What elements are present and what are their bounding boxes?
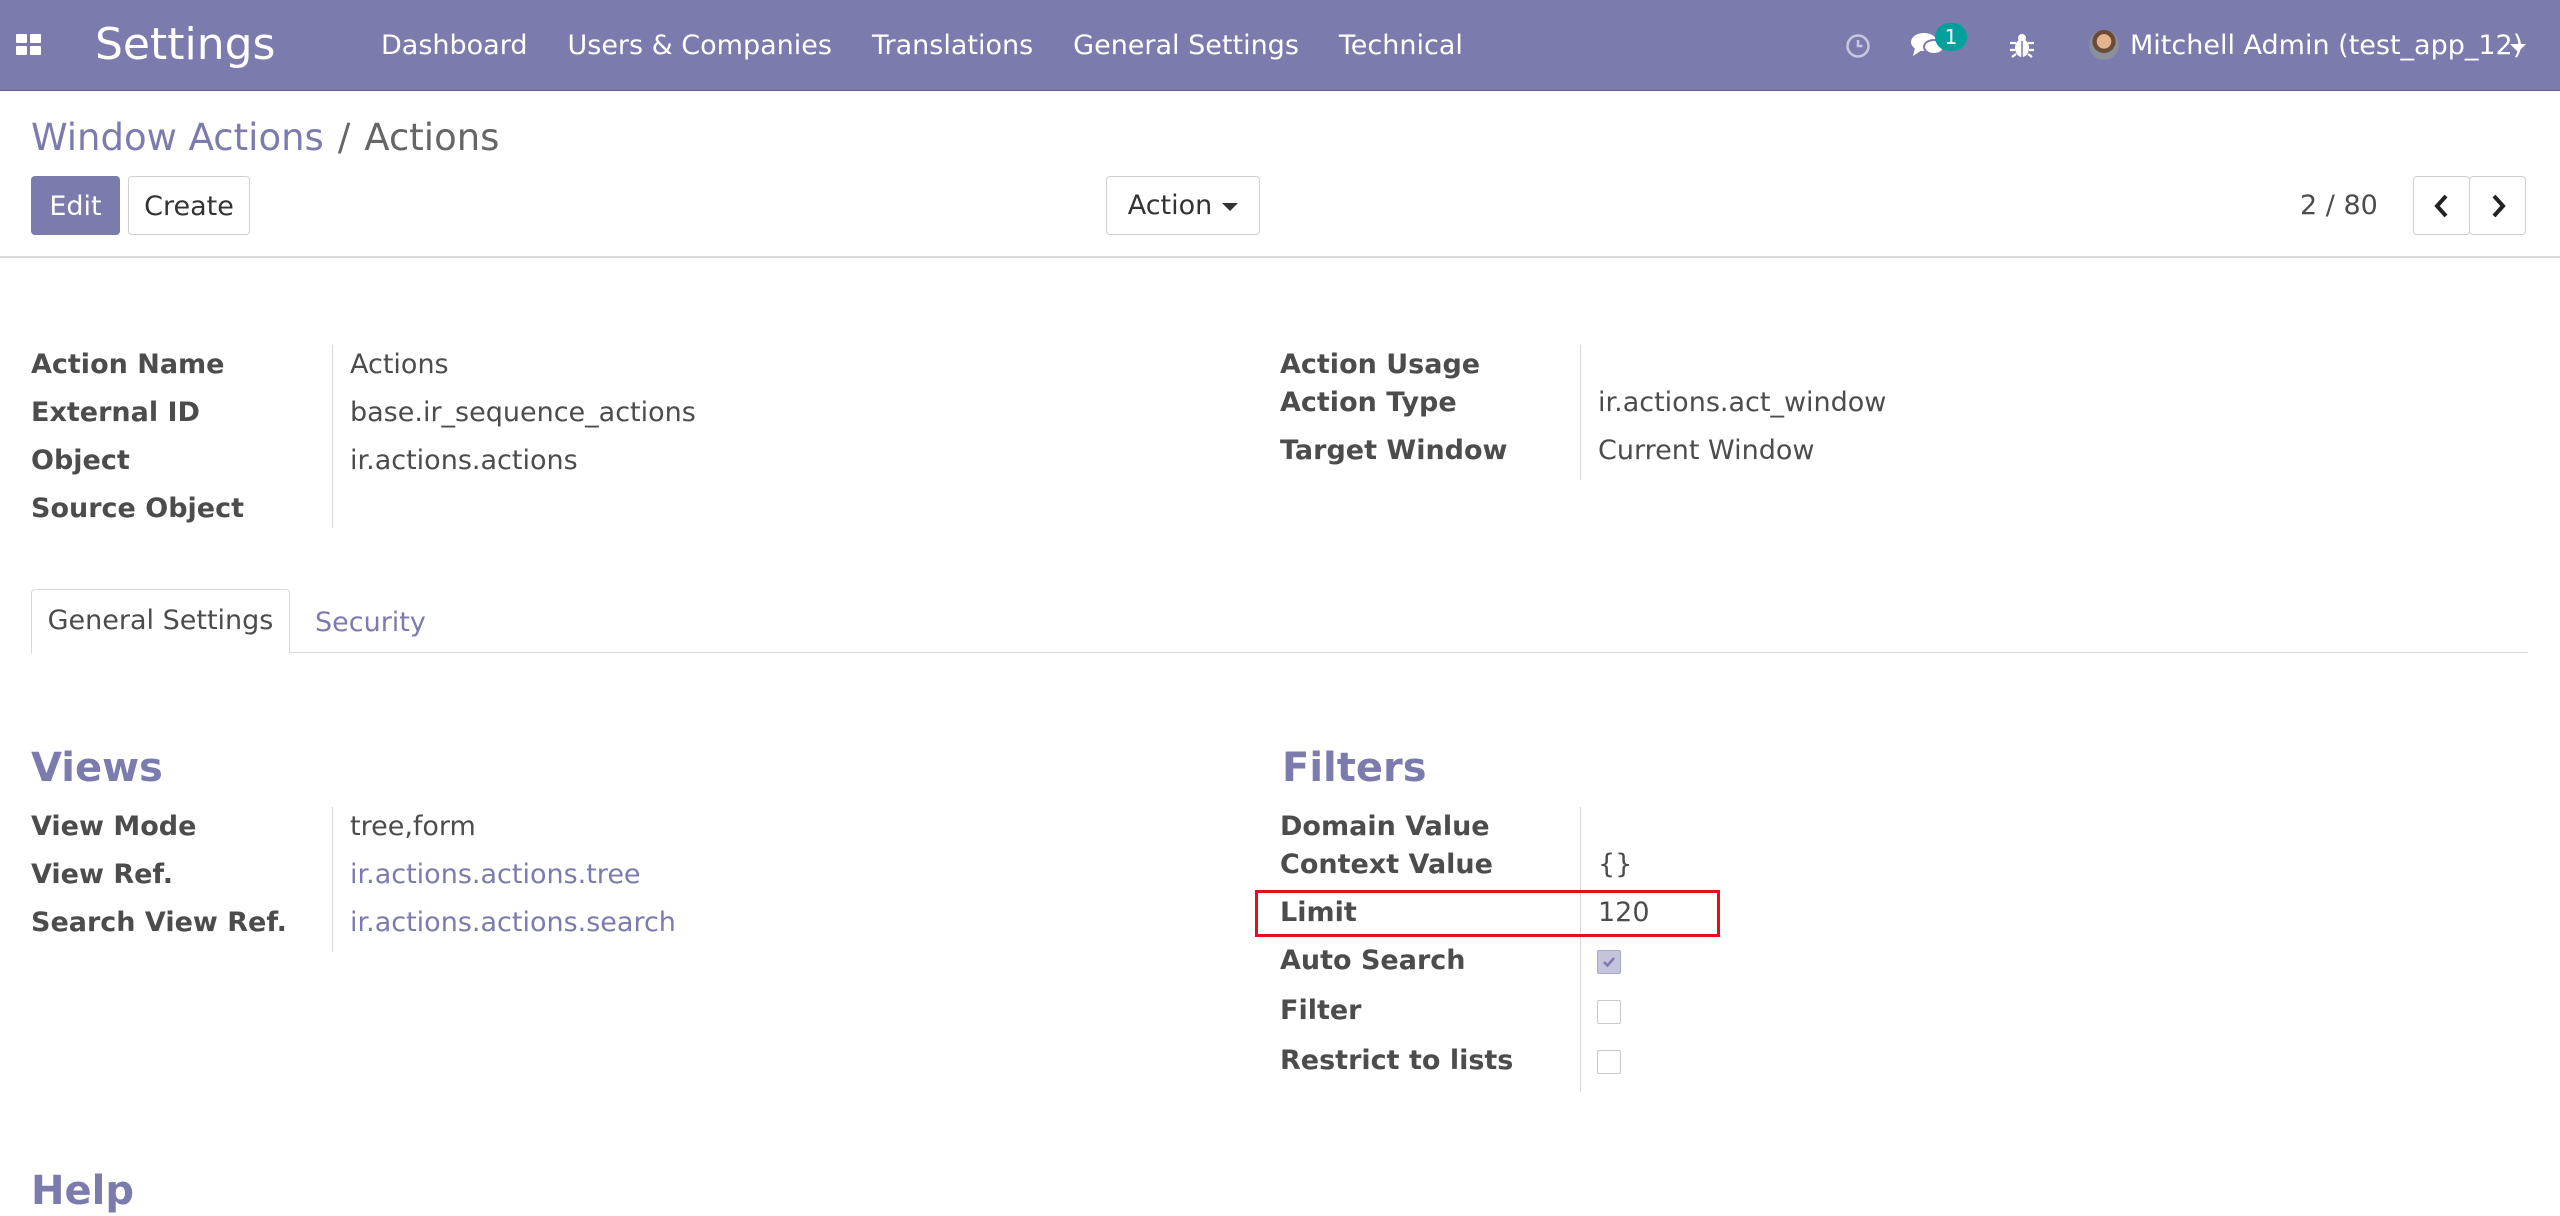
field-separator <box>332 807 333 952</box>
app-title[interactable]: Settings <box>95 18 275 72</box>
menu-users-companies[interactable]: Users & Companies <box>567 28 831 64</box>
breadcrumb-separator: / <box>337 116 351 159</box>
label-action-type: Action Type <box>1280 387 1457 418</box>
pager-value[interactable]: 2 / 80 <box>2300 188 2378 224</box>
label-action-usage: Action Usage <box>1280 349 1481 380</box>
chevron-left-icon <box>2433 194 2447 218</box>
user-menu[interactable]: Mitchell Admin (test_app_12) <box>2130 28 2523 64</box>
top-navbar: Settings Dashboard Users & Companies Tra… <box>0 0 2560 91</box>
label-view-mode: View Mode <box>31 811 197 842</box>
label-object: Object <box>31 445 130 476</box>
tabs-divider <box>31 652 2528 653</box>
auto-search-checkbox[interactable] <box>1597 950 1621 974</box>
main-menu: Dashboard Users & Companies Translations… <box>381 28 1503 64</box>
value-context-value[interactable]: {} <box>1598 847 1632 883</box>
menu-dashboard[interactable]: Dashboard <box>381 28 527 64</box>
pager-previous-button[interactable] <box>2413 176 2470 235</box>
menu-general-settings[interactable]: General Settings <box>1073 28 1299 64</box>
label-external-id: External ID <box>31 397 200 428</box>
views-section-title: Views <box>31 745 163 791</box>
filters-section-title: Filters <box>1282 745 1427 791</box>
value-target-window[interactable]: Current Window <box>1598 433 1814 469</box>
user-avatar[interactable] <box>2089 30 2119 60</box>
value-action-name[interactable]: Actions <box>350 347 449 383</box>
limit-highlight-box <box>1255 890 1720 937</box>
value-object[interactable]: ir.actions.actions <box>350 443 578 479</box>
label-context-value: Context Value <box>1280 849 1493 880</box>
pager-next-button[interactable] <box>2469 176 2526 235</box>
apps-grid-icon[interactable] <box>16 34 42 56</box>
menu-technical[interactable]: Technical <box>1339 28 1463 64</box>
caret-down-icon <box>1222 202 1239 211</box>
control-panel-divider <box>0 256 2560 258</box>
check-icon <box>1603 957 1615 968</box>
edit-button[interactable]: Edit <box>31 176 120 235</box>
user-caret-icon[interactable] <box>2510 44 2526 52</box>
label-search-view-ref: Search View Ref. <box>31 907 287 938</box>
label-filter: Filter <box>1280 995 1362 1026</box>
action-dropdown[interactable]: Action <box>1106 176 1260 235</box>
field-separator <box>1580 807 1581 1092</box>
chevron-right-icon <box>2492 194 2506 218</box>
value-view-ref-link[interactable]: ir.actions.actions.tree <box>350 857 641 893</box>
bug-icon[interactable] <box>2007 31 2037 61</box>
label-auto-search: Auto Search <box>1280 945 1466 976</box>
label-view-ref: View Ref. <box>31 859 173 890</box>
label-restrict-to-lists: Restrict to lists <box>1280 1045 1514 1076</box>
menu-translations[interactable]: Translations <box>872 28 1033 64</box>
value-external-id: base.ir_sequence_actions <box>350 397 696 428</box>
label-target-window: Target Window <box>1280 435 1508 466</box>
chat-badge: 1 <box>1935 23 1967 51</box>
clock-icon[interactable] <box>1845 33 1871 59</box>
create-button[interactable]: Create <box>128 176 250 235</box>
value-action-type[interactable]: ir.actions.act_window <box>1598 385 1886 421</box>
restrict-to-lists-checkbox[interactable] <box>1597 1050 1621 1074</box>
filter-checkbox[interactable] <box>1597 1000 1621 1024</box>
breadcrumb-window-actions[interactable]: Window Actions <box>31 116 324 159</box>
label-domain-value: Domain Value <box>1280 811 1490 842</box>
field-separator <box>332 345 333 528</box>
action-dropdown-label: Action <box>1127 190 1213 221</box>
tab-security[interactable]: Security <box>315 605 426 641</box>
field-separator <box>1580 345 1581 480</box>
breadcrumb: Window Actions / Actions <box>31 114 499 162</box>
label-action-name: Action Name <box>31 349 225 380</box>
value-view-mode[interactable]: tree,form <box>350 809 476 845</box>
label-source-object: Source Object <box>31 493 245 524</box>
help-section-title: Help <box>31 1168 134 1214</box>
tab-general-settings[interactable]: General Settings <box>31 589 290 654</box>
value-search-view-ref-link[interactable]: ir.actions.actions.search <box>350 905 676 941</box>
breadcrumb-current: Actions <box>364 116 500 159</box>
